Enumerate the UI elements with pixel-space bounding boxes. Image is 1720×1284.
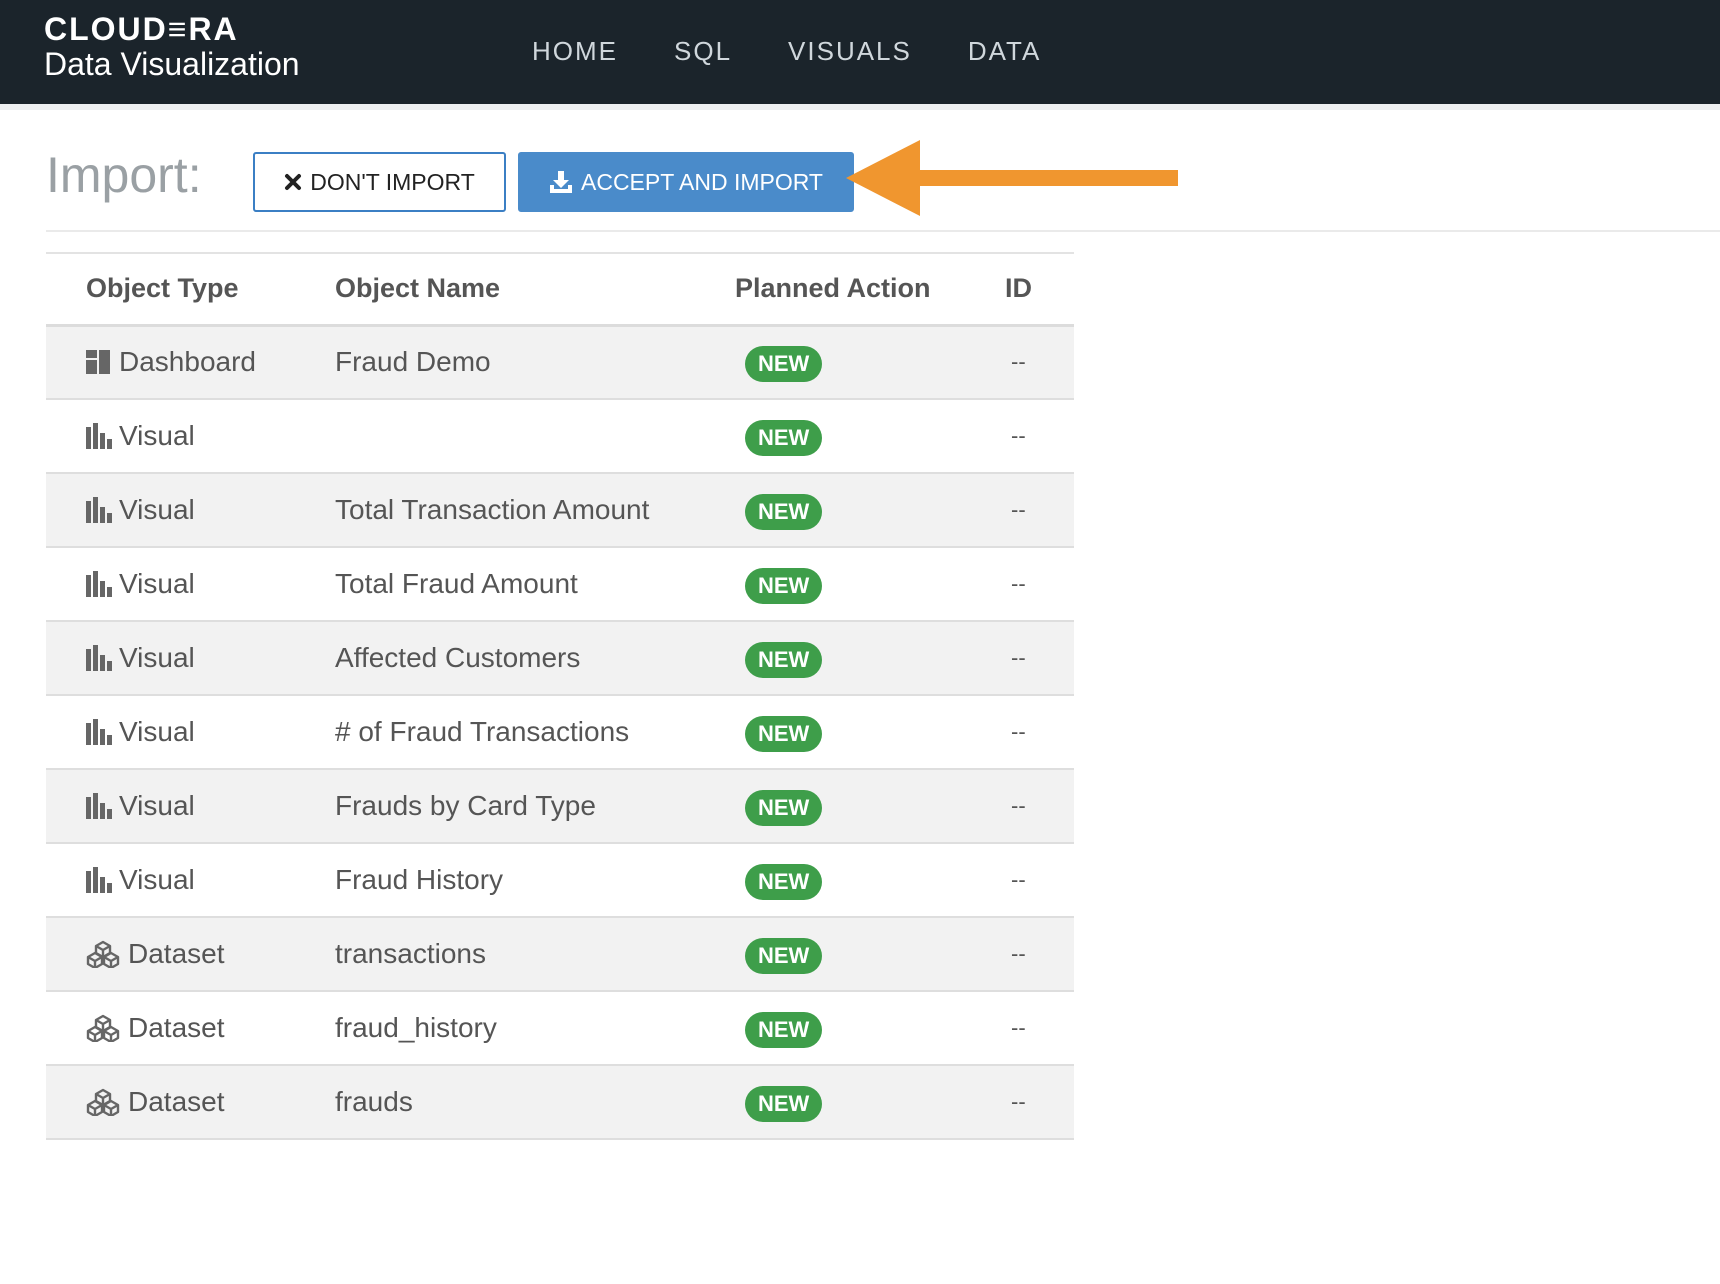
main-nav: HOME SQL VISUALS DATA bbox=[532, 36, 1097, 67]
status-badge: NEW bbox=[745, 790, 823, 826]
object-id: -- bbox=[1011, 867, 1026, 892]
table-row: Visual Total Fraud Amount NEW -- bbox=[46, 547, 1074, 621]
object-type: Visual bbox=[119, 568, 195, 599]
object-id: -- bbox=[1011, 349, 1026, 375]
object-id: -- bbox=[1011, 1089, 1026, 1114]
table-row: Visual Fraud History NEW -- bbox=[46, 843, 1074, 917]
object-name: # of Fraud Transactions bbox=[335, 716, 630, 747]
orange-arrow-annotation bbox=[846, 140, 1178, 216]
bar-chart-icon bbox=[86, 793, 116, 819]
table-header-row: Object Type Object Name Planned Action I… bbox=[46, 253, 1074, 325]
object-type: Dashboard bbox=[119, 346, 256, 378]
object-type: Visual bbox=[119, 790, 195, 821]
object-type: Visual bbox=[119, 864, 195, 895]
status-badge: NEW bbox=[745, 494, 823, 530]
download-icon bbox=[549, 170, 573, 194]
object-type: Visual bbox=[119, 642, 195, 673]
dont-import-button[interactable]: DON'T IMPORT bbox=[253, 152, 506, 212]
column-header-object-type[interactable]: Object Type bbox=[46, 253, 335, 325]
object-name: Frauds by Card Type bbox=[335, 790, 596, 821]
object-name: transactions bbox=[335, 938, 486, 969]
header-divider bbox=[46, 230, 1720, 232]
accept-and-import-label: ACCEPT AND IMPORT bbox=[581, 168, 823, 195]
table-row: Visual Frauds by Card Type NEW -- bbox=[46, 769, 1074, 843]
import-objects-table: Object Type Object Name Planned Action I… bbox=[46, 252, 1074, 1140]
object-name: Fraud Demo bbox=[335, 346, 491, 378]
object-id: -- bbox=[1011, 719, 1026, 744]
object-id: -- bbox=[1011, 793, 1026, 818]
nav-data[interactable]: DATA bbox=[968, 36, 1041, 67]
object-name: Affected Customers bbox=[335, 642, 581, 673]
brand-logo: CLOUD≡RA bbox=[44, 11, 239, 47]
dataset-cubes-icon bbox=[86, 1088, 124, 1116]
object-id: -- bbox=[1011, 497, 1026, 522]
bar-chart-icon bbox=[86, 423, 116, 449]
object-type: Visual bbox=[119, 716, 195, 747]
object-type: Dataset bbox=[128, 1012, 225, 1043]
object-name: Total Fraud Amount bbox=[335, 568, 578, 599]
table-row: Visual Total Transaction Amount NEW -- bbox=[46, 473, 1074, 547]
dashboard-icon bbox=[86, 350, 116, 375]
status-badge: NEW bbox=[745, 420, 823, 456]
object-type: Visual bbox=[119, 494, 195, 525]
object-name: Fraud History bbox=[335, 864, 504, 895]
column-header-planned-action[interactable]: Planned Action bbox=[735, 253, 1005, 325]
navbar-shadow bbox=[0, 104, 1720, 110]
nav-sql[interactable]: SQL bbox=[674, 36, 732, 67]
status-badge: NEW bbox=[745, 938, 823, 974]
object-id: -- bbox=[1011, 571, 1026, 596]
bar-chart-icon bbox=[86, 645, 116, 671]
status-badge: NEW bbox=[745, 568, 823, 604]
column-header-object-name[interactable]: Object Name bbox=[335, 253, 735, 325]
object-name: frauds bbox=[335, 1086, 413, 1117]
table-row: Dataset frauds NEW -- bbox=[46, 1065, 1074, 1139]
brand-subtitle: Data Visualization bbox=[44, 46, 300, 82]
object-name: fraud_history bbox=[335, 1012, 497, 1043]
bar-chart-icon bbox=[86, 497, 116, 523]
table-row: Visual # of Fraud Transactions NEW -- bbox=[46, 695, 1074, 769]
accept-and-import-button[interactable]: ACCEPT AND IMPORT bbox=[518, 152, 854, 212]
status-badge: NEW bbox=[745, 346, 823, 383]
object-type: Dataset bbox=[128, 938, 225, 969]
status-badge: NEW bbox=[745, 864, 823, 900]
object-id: -- bbox=[1011, 941, 1026, 966]
page-title: Import: bbox=[46, 147, 202, 203]
table-row: Dataset transactions NEW -- bbox=[46, 917, 1074, 991]
status-badge: NEW bbox=[745, 1012, 823, 1048]
object-type: Visual bbox=[119, 420, 195, 451]
status-badge: NEW bbox=[745, 1086, 823, 1122]
table-row: Visual Affected Customers NEW -- bbox=[46, 621, 1074, 695]
status-badge: NEW bbox=[745, 642, 823, 678]
dataset-cubes-icon bbox=[86, 1014, 124, 1042]
bar-chart-icon bbox=[86, 571, 116, 597]
table-row: Dataset fraud_history NEW -- bbox=[46, 991, 1074, 1065]
top-navbar: CLOUD≡RA Data Visualization HOME SQL VIS… bbox=[0, 0, 1720, 104]
brand[interactable]: CLOUD≡RA Data Visualization bbox=[44, 12, 300, 82]
column-header-id[interactable]: ID bbox=[1005, 253, 1074, 325]
nav-visuals[interactable]: VISUALS bbox=[788, 36, 912, 67]
object-type: Dataset bbox=[128, 1086, 225, 1117]
nav-home[interactable]: HOME bbox=[532, 36, 618, 67]
object-id: -- bbox=[1011, 1015, 1026, 1040]
close-icon bbox=[284, 173, 302, 191]
object-name: Total Transaction Amount bbox=[335, 494, 650, 525]
dont-import-label: DON'T IMPORT bbox=[310, 168, 475, 195]
object-id: -- bbox=[1011, 423, 1026, 448]
bar-chart-icon bbox=[86, 719, 116, 745]
status-badge: NEW bbox=[745, 716, 823, 752]
table-row: Visual NEW -- bbox=[46, 399, 1074, 473]
bar-chart-icon bbox=[86, 867, 116, 893]
object-id: -- bbox=[1011, 645, 1026, 670]
dataset-cubes-icon bbox=[86, 940, 124, 968]
object-name bbox=[335, 399, 735, 473]
table-row: Dashboard Fraud Demo NEW -- bbox=[46, 325, 1074, 399]
